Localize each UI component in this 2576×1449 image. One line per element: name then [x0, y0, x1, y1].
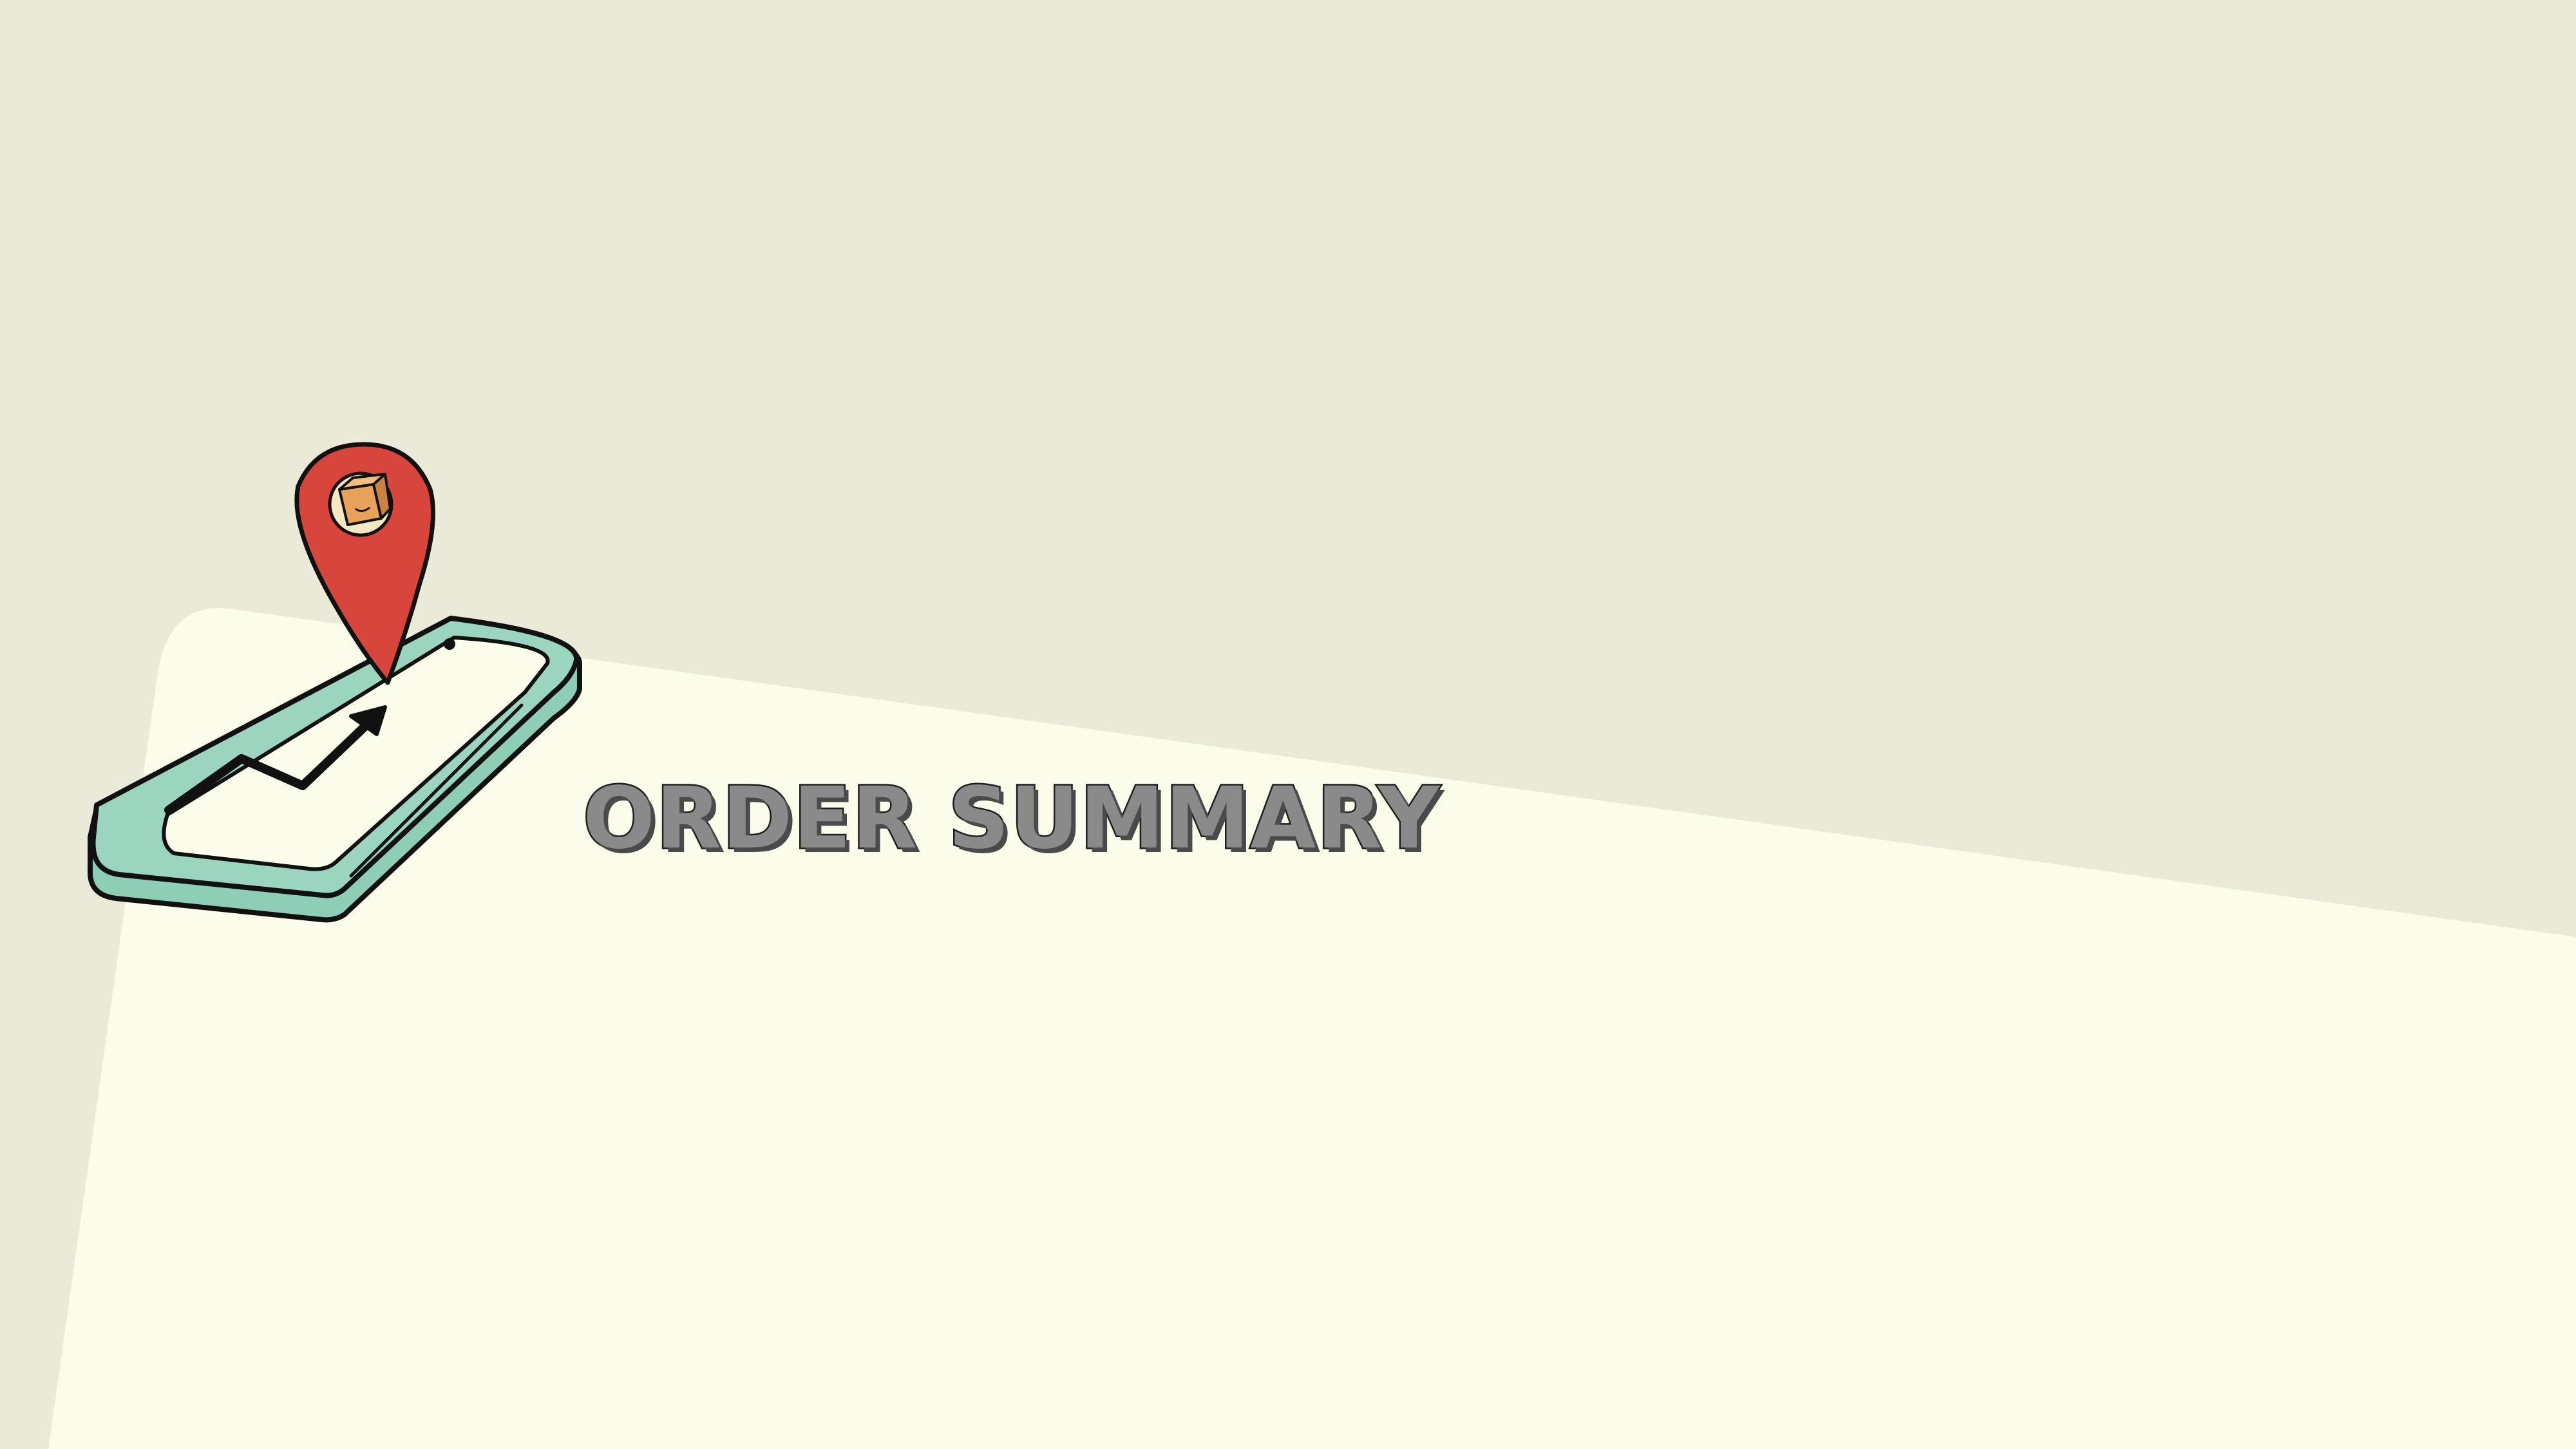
background-scene	[48, 442, 2576, 1449]
page-title: ORDER SUMMARY	[581, 769, 1441, 868]
package-icon	[338, 473, 392, 526]
